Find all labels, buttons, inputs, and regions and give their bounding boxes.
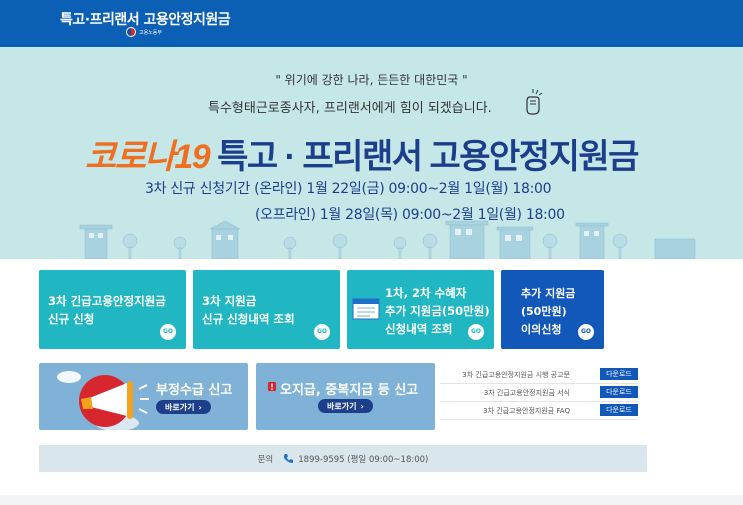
hero-title: 코로나19 특고 · 프리랜서 고용안정지원금: [85, 129, 639, 178]
hero-title-highlight: 코로나19: [85, 138, 211, 176]
download-button[interactable]: 다운로드: [600, 386, 638, 398]
download-item: 3차 긴급고용안정지원금 시행 공고문 다운로드: [440, 366, 638, 384]
card-line: (50만원): [521, 305, 567, 318]
hero-banner: " 위기에 강한 나라, 든든한 대한민국 " 특수형태근로종사자, 프리랜서에…: [0, 47, 743, 259]
card-line: 이의신청: [521, 323, 562, 336]
contact-bar: 문의 1899-9595 (평일 09:00~18:00): [39, 445, 647, 472]
card-line: 추가 지원금: [521, 287, 576, 300]
fraud-report-title: 부정수급 신고: [156, 383, 233, 398]
download-item-name[interactable]: 3차 긴급고용안정지원금 FAQ: [483, 406, 570, 416]
go-button-label: 바로가기: [327, 401, 357, 411]
download-item: 3차 긴급고용안정지원금 FAQ 다운로드: [440, 402, 638, 420]
go-button-label: 바로가기: [165, 402, 195, 412]
download-list: 3차 긴급고용안정지원금 시행 공고문 다운로드 3차 긴급고용안정지원금 서식…: [440, 366, 638, 420]
contact-phone-number: 1899-9595 (평일 09:00~18:00): [298, 454, 429, 465]
overpayment-report-banner[interactable]: 오지급, 중복지급 등 신고 바로가기 ›: [256, 363, 435, 430]
site-title[interactable]: 특고·프리랜서 고용안정지원금: [60, 9, 231, 29]
go-icon[interactable]: GO: [578, 324, 594, 340]
chevron-right-icon: ›: [198, 402, 202, 412]
contact-label: 문의: [257, 454, 274, 465]
city-skyline-illustration: [79, 220, 696, 259]
ministry-logo: 고용노동부: [126, 27, 162, 37]
card-objection[interactable]: 추가 지원금 (50만원) 이의신청 GO: [501, 270, 604, 349]
overpayment-report-title: 오지급, 중복지급 등 신고: [280, 383, 419, 398]
card-application-lookup[interactable]: 3차 지원금 신규 신청내역 조회 GO: [193, 270, 340, 349]
card-new-application[interactable]: 3차 긴급고용안정지원금 신규 신청 GO: [39, 270, 186, 349]
slogan-subtitle: 특수형태근로종사자, 프리랜서에게 힘이 되겠습니다.: [208, 101, 492, 116]
alert-icon: [268, 382, 276, 391]
taegeuk-emblem-icon: [126, 27, 136, 37]
download-button[interactable]: 다운로드: [600, 404, 638, 416]
card-line: 3차 긴급고용안정지원금: [48, 294, 166, 308]
overpayment-report-go-button[interactable]: 바로가기 ›: [318, 399, 373, 413]
contact-phone[interactable]: 1899-9595 (평일 09:00~18:00): [283, 453, 428, 465]
card-line: 신규 신청내역 조회: [202, 312, 295, 326]
fist-icon: [526, 89, 543, 115]
megaphone-icon: [57, 371, 149, 430]
go-icon[interactable]: GO: [314, 324, 330, 340]
go-icon[interactable]: GO: [468, 324, 484, 340]
hero-title-rest: 특고 · 프리랜서 고용안정지원금: [217, 138, 639, 176]
download-item-name[interactable]: 3차 긴급고용안정지원금 서식: [484, 388, 570, 398]
calendar-check-icon: [352, 298, 380, 320]
card-line: 3차 지원금: [202, 294, 257, 308]
card-line: 추가 지원금(50만원): [385, 304, 490, 318]
site-header: 특고·프리랜서 고용안정지원금 고용노동부: [0, 0, 743, 47]
chevron-right-icon: ›: [360, 401, 364, 411]
go-icon[interactable]: GO: [160, 324, 176, 340]
slogan-quote: " 위기에 강한 나라, 든든한 대한민국 ": [275, 73, 468, 87]
download-item: 3차 긴급고용안정지원금 서식 다운로드: [440, 384, 638, 402]
card-additional-support-lookup[interactable]: 1차, 2차 수혜자 추가 지원금(50만원) 신청내역 조회 GO: [347, 270, 494, 349]
phone-icon: [284, 454, 294, 463]
card-line: 신규 신청: [48, 312, 95, 326]
ministry-name: 고용노동부: [139, 29, 163, 36]
footer-strip: [0, 495, 743, 505]
card-line: 1차, 2차 수혜자: [385, 286, 467, 300]
download-button[interactable]: 다운로드: [600, 368, 638, 380]
fraud-report-banner[interactable]: 부정수급 신고 바로가기 ›: [39, 363, 248, 430]
download-item-name[interactable]: 3차 긴급고용안정지원금 시행 공고문: [462, 370, 570, 380]
period-online: 3차 신규 신청기간 (온라인) 1월 22일(금) 09:00~2월 1일(월…: [145, 181, 552, 197]
fraud-report-go-button[interactable]: 바로가기 ›: [156, 400, 211, 414]
